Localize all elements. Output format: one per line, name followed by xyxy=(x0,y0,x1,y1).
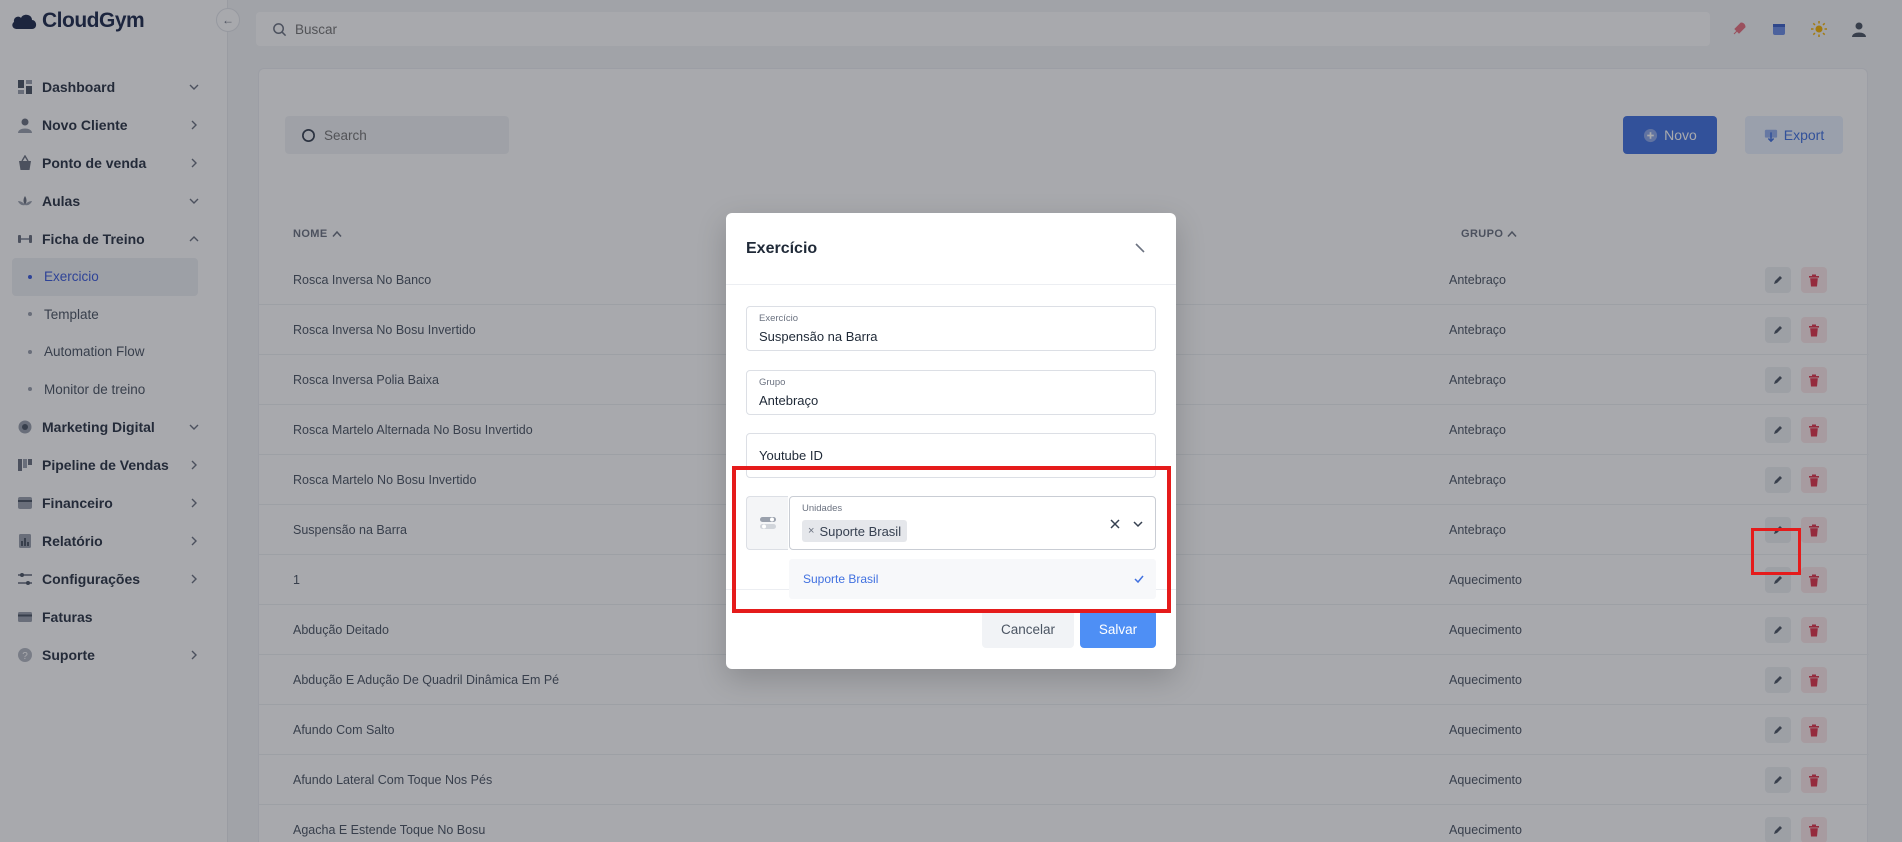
group-field[interactable]: Grupo Antebraço xyxy=(746,370,1156,415)
youtube-id-placeholder: Youtube ID xyxy=(759,448,823,463)
exercise-name-field[interactable]: Exercício Suspensão na Barra xyxy=(746,306,1156,351)
cancel-button[interactable]: Cancelar xyxy=(982,610,1074,648)
modal-header: Exercício xyxy=(726,213,1176,285)
edit-button-highlight xyxy=(1751,528,1801,575)
save-button[interactable]: Salvar xyxy=(1080,610,1156,648)
modal-title: Exercício xyxy=(746,240,818,257)
units-field-highlight xyxy=(732,466,1171,613)
group-label: Grupo xyxy=(759,377,786,388)
exercise-name-label: Exercício xyxy=(759,313,799,324)
group-value: Antebraço xyxy=(759,393,819,408)
close-icon[interactable] xyxy=(1131,239,1149,257)
exercise-name-value: Suspensão na Barra xyxy=(759,329,878,344)
